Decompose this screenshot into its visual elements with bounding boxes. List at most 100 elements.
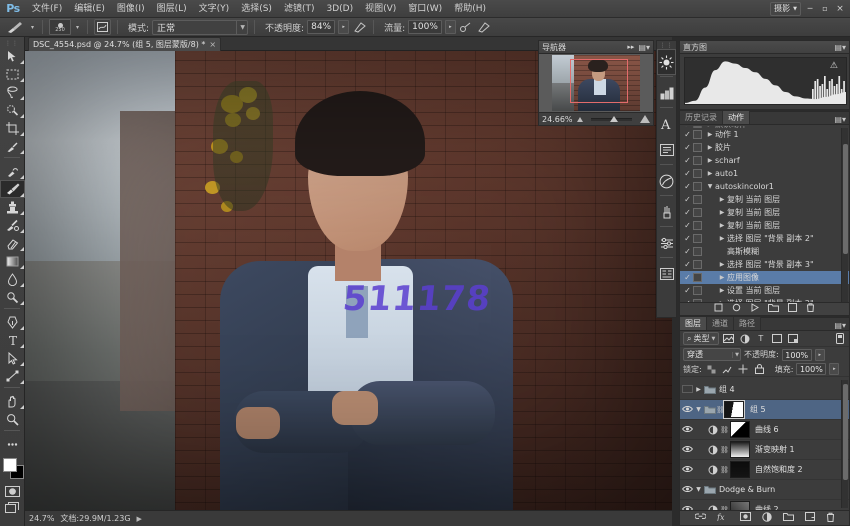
screen-mode-toggle[interactable]	[0, 499, 25, 515]
action-dialog-toggle[interactable]	[693, 156, 702, 165]
action-dialog-toggle[interactable]	[693, 169, 702, 178]
action-toggle-checkbox[interactable]: ✓	[682, 156, 693, 165]
tab-channels[interactable]: 通道	[707, 317, 734, 330]
action-toggle-checkbox[interactable]: ✓	[682, 169, 693, 178]
action-dialog-toggle[interactable]	[693, 130, 702, 139]
group-icon[interactable]	[783, 512, 794, 524]
status-chevron-icon[interactable]: ▶	[137, 515, 142, 523]
disclosure-triangle-icon[interactable]: ▶	[717, 287, 727, 294]
filter-type-icon[interactable]: T	[754, 332, 767, 345]
toolbox-grip[interactable]: ⋮⋮	[0, 39, 24, 47]
menu-layer[interactable]: 图层(L)	[151, 0, 193, 18]
delete-layer-icon[interactable]	[826, 512, 835, 525]
properties-icon[interactable]	[657, 230, 676, 256]
action-dialog-toggle[interactable]	[693, 221, 702, 230]
navigator-view-box[interactable]	[570, 59, 628, 103]
filter-adjustment-icon[interactable]	[738, 332, 751, 345]
brush-size-chevron-icon[interactable]: ▾	[74, 20, 81, 35]
panel-menu-icon[interactable]: ▤▾	[834, 115, 849, 124]
fx-icon[interactable]: fx	[717, 512, 729, 524]
layer-visibility-icon[interactable]	[680, 485, 694, 495]
layers-scrollbar[interactable]	[841, 380, 848, 508]
layers-list[interactable]: ▶组 4▼⛓组 5⛓曲线 6⛓渐变映射 1⛓自然饱和度 2▼Dodge & Bu…	[680, 380, 849, 510]
tool-clone-stamp[interactable]	[0, 198, 25, 216]
actions-list[interactable]: ✓▶默认动作✓▶动作 1✓▶胶片✓▶scharf✓▶auto1✓▼autoski…	[680, 126, 849, 304]
disclosure-triangle-icon[interactable]: ▶	[705, 126, 715, 128]
tab-history[interactable]: 历史记录	[680, 111, 723, 124]
action-toggle-checkbox[interactable]: ✓	[682, 130, 693, 139]
layer-mask-link-icon[interactable]: ⛓	[716, 406, 724, 414]
tool-shape[interactable]	[0, 367, 25, 385]
foreground-color-swatch[interactable]	[3, 458, 17, 472]
disclosure-triangle-icon[interactable]: ▶	[717, 274, 727, 281]
action-dialog-toggle[interactable]	[693, 273, 702, 282]
tab-actions[interactable]: 动作	[723, 111, 750, 124]
workspace-switcher[interactable]: 摄影 ▼	[770, 2, 801, 16]
disclosure-triangle-icon[interactable]: ▶	[717, 222, 727, 229]
layer-row[interactable]: ⛓曲线 2	[680, 500, 849, 510]
layer-row[interactable]: ▼⛓组 5	[680, 400, 849, 420]
tool-zoom[interactable]	[0, 410, 25, 428]
action-row[interactable]: ✓▶选择 图层 "背景 副本 3"	[680, 258, 849, 271]
menu-type[interactable]: 文字(Y)	[193, 0, 236, 18]
slider-knob[interactable]	[610, 116, 618, 122]
tool-quick-selection[interactable]	[0, 101, 25, 119]
document-tab[interactable]: DSC_4554.psd @ 24.7% (组 5, 图层蒙版/8) * ×	[28, 37, 221, 51]
tool-hand[interactable]	[0, 392, 25, 410]
lock-image-icon[interactable]	[721, 363, 734, 376]
color-swatches[interactable]	[0, 455, 25, 483]
action-toggle-checkbox[interactable]: ✓	[682, 273, 693, 282]
tool-eyedropper[interactable]	[0, 137, 25, 155]
navigator-zoom-slider[interactable]	[591, 118, 632, 121]
layer-fill-stepper[interactable]: ▸	[829, 363, 839, 375]
action-toggle-checkbox[interactable]: ✓	[682, 208, 693, 217]
layer-row[interactable]: ▼Dodge & Burn	[680, 480, 849, 500]
lock-all-icon[interactable]	[753, 363, 766, 376]
action-toggle-checkbox[interactable]: ✓	[682, 182, 693, 191]
action-dialog-toggle[interactable]	[693, 286, 702, 295]
play-icon[interactable]	[750, 303, 759, 315]
filter-pixel-icon[interactable]	[722, 332, 735, 345]
action-row[interactable]: ✓▶scharf	[680, 154, 849, 167]
brush-preset-chevron-icon[interactable]: ▾	[29, 20, 36, 35]
histogram-warning-icon[interactable]: ⚠	[830, 61, 838, 71]
close-icon[interactable]: ×	[834, 3, 846, 15]
tool-brush[interactable]	[0, 180, 25, 198]
menu-file[interactable]: 文件(F)	[26, 0, 68, 18]
tool-lasso[interactable]	[0, 83, 25, 101]
layer-row[interactable]: ⛓自然饱和度 2	[680, 460, 849, 480]
action-row[interactable]: ✓▶设置 当前 图层	[680, 284, 849, 297]
action-toggle-checkbox[interactable]: ✓	[682, 143, 693, 152]
navigator-zoom-value[interactable]: 24.66%	[542, 115, 573, 124]
action-row[interactable]: ✓▶复制 当前 图层	[680, 193, 849, 206]
tool-history-brush[interactable]	[0, 216, 25, 234]
action-toggle-checkbox[interactable]: ✓	[682, 247, 693, 256]
zoom-out-icon[interactable]	[577, 117, 583, 122]
action-toggle-checkbox[interactable]: ✓	[682, 260, 693, 269]
tool-type[interactable]: T	[0, 331, 25, 349]
layer-mask-link-icon[interactable]: ⛓	[720, 466, 728, 474]
action-row[interactable]: ✓▶复制 当前 图层	[680, 219, 849, 232]
lock-transparency-icon[interactable]	[705, 363, 718, 376]
quick-mask-toggle[interactable]	[0, 483, 25, 499]
flow-stepper[interactable]: ▸	[445, 20, 456, 34]
action-toggle-checkbox[interactable]: ✓	[682, 195, 693, 204]
layer-blend-mode-select[interactable]: 穿透 ▼	[683, 348, 741, 361]
action-dialog-toggle[interactable]	[693, 126, 702, 128]
action-dialog-toggle[interactable]	[693, 208, 702, 217]
tool-dodge[interactable]	[0, 288, 25, 306]
new-action-icon[interactable]	[788, 303, 797, 315]
layer-opacity-input[interactable]: 100%	[782, 349, 812, 361]
blend-mode-select[interactable]: 正常 ▼	[152, 20, 248, 35]
action-toggle-checkbox[interactable]: ✓	[682, 221, 693, 230]
disclosure-triangle-icon[interactable]: ▶	[717, 209, 727, 216]
action-dialog-toggle[interactable]	[693, 247, 702, 256]
action-dialog-toggle[interactable]	[693, 234, 702, 243]
action-dialog-toggle[interactable]	[693, 143, 702, 152]
lock-position-icon[interactable]	[737, 363, 750, 376]
layer-mask-link-icon[interactable]: ⛓	[720, 446, 728, 454]
navigator-preview[interactable]	[539, 54, 653, 112]
record-icon[interactable]	[732, 303, 741, 315]
action-row[interactable]: ✓▶胶片	[680, 141, 849, 154]
disclosure-triangle-icon[interactable]: ▶	[705, 170, 715, 177]
